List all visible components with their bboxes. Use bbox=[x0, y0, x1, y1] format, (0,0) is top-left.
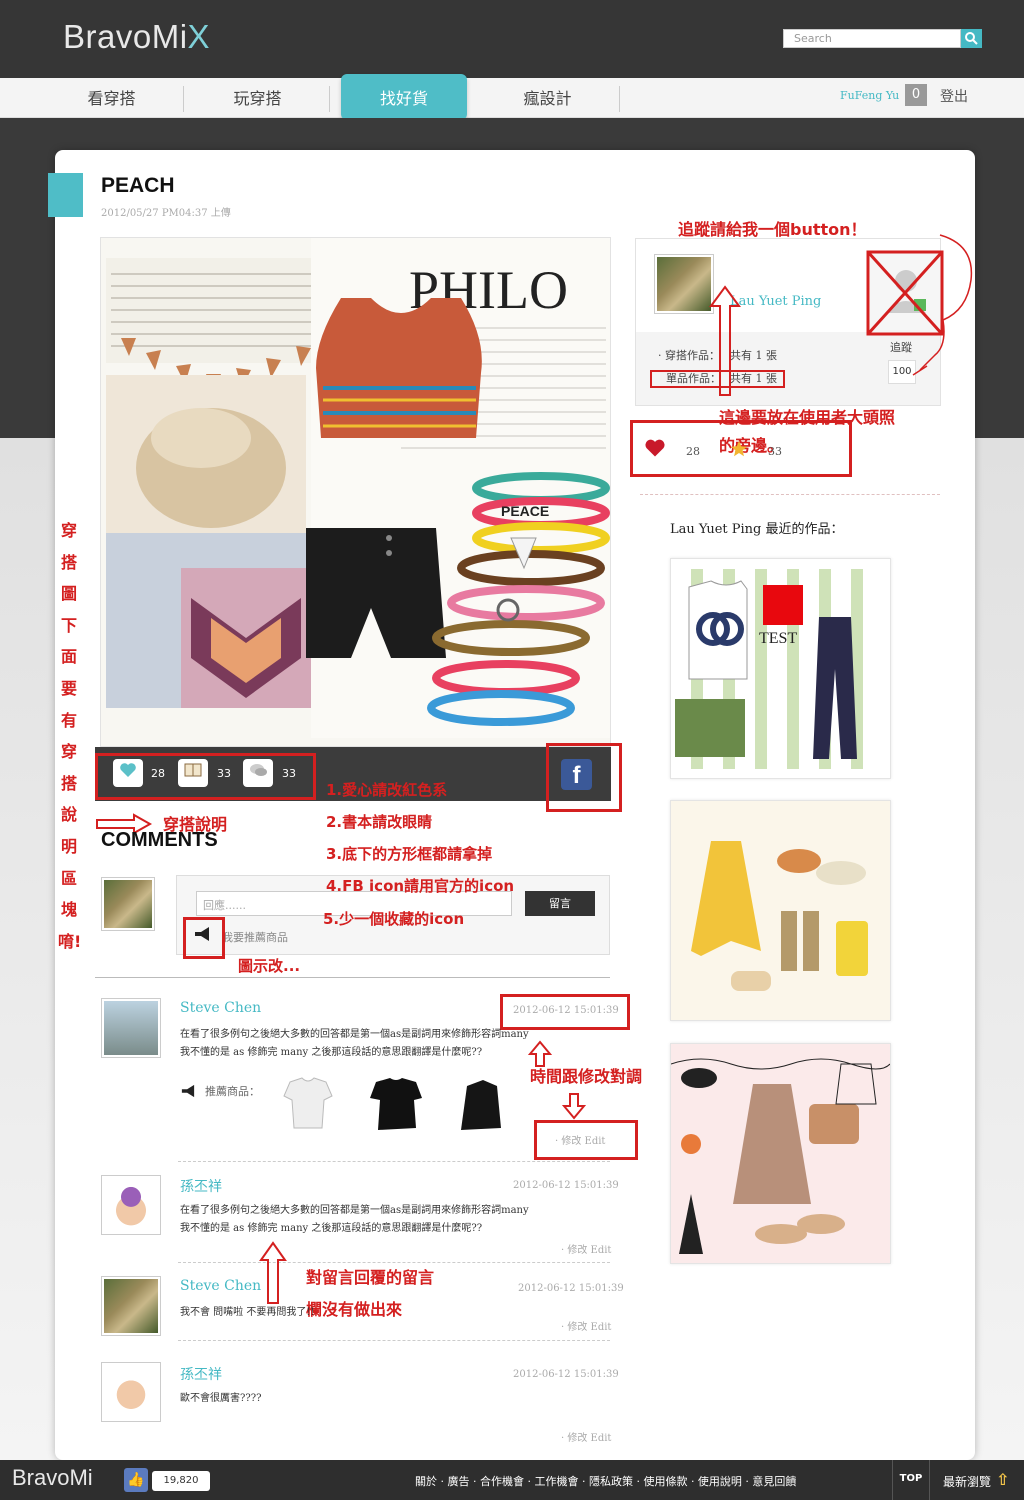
svg-text:TEST: TEST bbox=[759, 630, 797, 647]
recent-works-heading: Lau Yuet Ping 最近的作品： bbox=[670, 522, 844, 537]
thumbs-up-icon[interactable]: 👍 bbox=[124, 1468, 148, 1492]
comment-time: 2012-06-12 15:01:39 bbox=[513, 1180, 619, 1191]
annotation-box-edit bbox=[534, 1120, 638, 1160]
magnifier-icon bbox=[965, 32, 978, 45]
nav-item-look[interactable]: 看穿搭 bbox=[40, 86, 184, 112]
annotation-note-1: 1.愛心請改紅色系 bbox=[326, 781, 448, 799]
comment-text: 在看了很多例句之後絕大多數的回答都是第一個as是副詞用來修飾形容詞many bbox=[180, 1029, 529, 1040]
outfit-collage[interactable]: PHILO PEACE bbox=[100, 237, 611, 747]
annotation-box-time bbox=[500, 994, 630, 1030]
comment-author[interactable]: Steve Chen bbox=[180, 1000, 261, 1016]
search-input[interactable]: Search bbox=[783, 29, 961, 48]
collage-image: PHILO PEACE bbox=[101, 238, 610, 746]
comment-time: 2012-06-12 15:01:39 bbox=[513, 1369, 619, 1380]
divider bbox=[178, 1340, 610, 1341]
footer-links[interactable]: 關於 · 廣告 · 合作機會 · 工作機會 · 隱私政策 · 使用條款 · 使用… bbox=[415, 1473, 796, 1489]
comment-text: 歐不會很厲害???? bbox=[180, 1393, 262, 1404]
avatar[interactable] bbox=[101, 1276, 161, 1336]
annotation-reply-note-1: 對留言回覆的留言 bbox=[306, 1268, 435, 1287]
avatar[interactable] bbox=[101, 1175, 161, 1235]
avatar[interactable] bbox=[654, 254, 714, 314]
edit-link[interactable]: · 修改 Edit bbox=[561, 1318, 611, 1333]
author-name[interactable]: Lau Yuet Ping bbox=[730, 294, 821, 309]
product-thumb[interactable] bbox=[276, 1072, 340, 1136]
divider bbox=[640, 494, 940, 495]
double-chevron-up-icon[interactable]: ⇧ bbox=[996, 1470, 1009, 1489]
annotation-curve-arrow bbox=[912, 234, 973, 376]
annotation-arrow-up bbox=[709, 285, 741, 396]
footer-logo[interactable]: BravoMi bbox=[12, 1465, 93, 1491]
nav-item-find[interactable]: 找好貨 bbox=[341, 74, 467, 120]
nav-item-play[interactable]: 玩穿搭 bbox=[186, 86, 330, 112]
comment-text: 我不懂的是 as 修飾完 many 之後那這段話的意思跟翻譯是什麼呢?? bbox=[180, 1223, 483, 1234]
title-accent bbox=[48, 173, 83, 217]
annotation-follow-note: 追蹤請給我一個button！ bbox=[678, 220, 867, 239]
back-to-top-button[interactable]: TOP bbox=[892, 1460, 930, 1500]
username-link[interactable]: FuFeng Yu bbox=[840, 89, 899, 102]
divider bbox=[95, 977, 610, 978]
megaphone-icon bbox=[180, 1083, 196, 1102]
comment-text: 我不懂的是 as 修飾完 many 之後那這段話的意思跟翻譯是什麼呢?? bbox=[180, 1047, 483, 1058]
annotation-arrow-down bbox=[562, 1093, 586, 1120]
annotation-box-megaphone bbox=[183, 917, 225, 959]
annotation-time-note: 時間跟修改對調 bbox=[530, 1067, 643, 1086]
annotation-reply-note-2: 欄沒有做出來 bbox=[306, 1300, 403, 1319]
recent-work-thumb[interactable] bbox=[670, 800, 891, 1021]
product-thumb[interactable] bbox=[451, 1072, 515, 1136]
recent-work-image bbox=[671, 801, 890, 1020]
avatar[interactable] bbox=[101, 998, 161, 1058]
like-counter: 19,820 bbox=[152, 1471, 210, 1491]
edit-link[interactable]: · 修改 Edit bbox=[561, 1241, 611, 1256]
divider bbox=[178, 1262, 610, 1263]
annotation-icon-note: 圖示改... bbox=[238, 957, 301, 975]
annotation-arrow-up bbox=[259, 1241, 287, 1304]
upload-time: 2012/05/27 PM04:37 上傳 bbox=[101, 208, 231, 219]
recent-work-image bbox=[670, 1044, 891, 1263]
annotation-box-likes bbox=[630, 420, 852, 477]
annotation-note-5: 5.少一個收藏的icon bbox=[323, 910, 465, 928]
recent-views-button[interactable]: 最新瀏覽 bbox=[943, 1473, 991, 1490]
product-thumb[interactable] bbox=[364, 1072, 428, 1136]
comment-author[interactable]: 孫丕祥 bbox=[180, 1176, 222, 1196]
notification-badge[interactable]: 0 bbox=[905, 84, 927, 106]
recent-work-thumb[interactable] bbox=[670, 1043, 891, 1264]
divider bbox=[178, 1161, 610, 1162]
logo[interactable]: BravoMiX bbox=[63, 18, 210, 56]
annotation-note-4: 4.FB icon請用官方的icon bbox=[326, 877, 515, 895]
post-title: PEACH bbox=[101, 174, 175, 197]
annotation-note-3: 3.底下的方形框都請拿掉 bbox=[326, 845, 493, 863]
comment-text: 在看了很多例句之後絕大多數的回答都是第一個as是副詞用來修飾形容詞many bbox=[180, 1205, 529, 1216]
avatar[interactable] bbox=[101, 877, 155, 931]
annotation-box-fb bbox=[546, 743, 622, 812]
annotation-vertical-note: 穿搭圖下面要有穿搭說明區塊唷! bbox=[58, 521, 82, 951]
comment-author[interactable]: Steve Chen bbox=[180, 1278, 261, 1294]
nav-item-design[interactable]: 瘋設計 bbox=[476, 86, 620, 112]
annotation-box-stats bbox=[95, 753, 316, 800]
logout-link[interactable]: 登出 bbox=[940, 86, 968, 106]
comment-author[interactable]: 孫丕祥 bbox=[180, 1364, 222, 1384]
avatar[interactable] bbox=[101, 1362, 161, 1422]
submit-comment-button[interactable]: 留言 bbox=[525, 891, 595, 916]
search-button[interactable] bbox=[961, 29, 982, 48]
recommend-link[interactable]: 我要推薦商品 bbox=[222, 929, 288, 945]
comment-text: 我不會 問嘴啦 不要再問我了!! bbox=[180, 1307, 315, 1318]
comments-heading: COMMENTS bbox=[101, 829, 218, 851]
recommend-label: 推薦商品： bbox=[205, 1085, 260, 1098]
comment-time: 2012-06-12 15:01:39 bbox=[518, 1283, 624, 1294]
recent-work-image: TEST bbox=[671, 559, 890, 778]
svg-text:PEACE: PEACE bbox=[501, 503, 549, 519]
annotation-note-2: 2.書本請改眼睛 bbox=[326, 813, 433, 831]
edit-link[interactable]: · 修改 Edit bbox=[561, 1429, 611, 1444]
recent-work-thumb[interactable]: TEST bbox=[670, 558, 891, 779]
